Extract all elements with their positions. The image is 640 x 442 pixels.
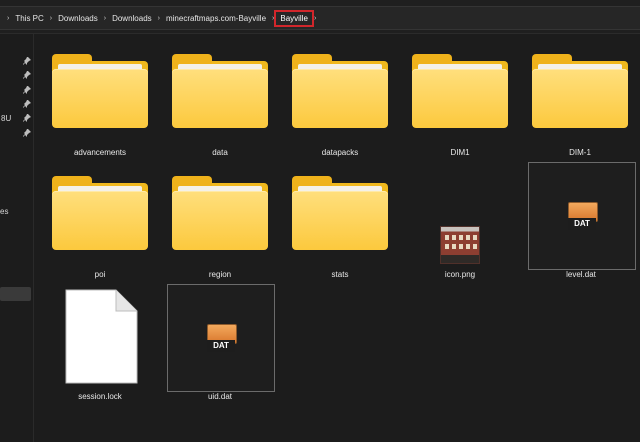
file-name: icon.png <box>444 270 476 279</box>
folder-icon <box>292 174 388 250</box>
file-name: stats <box>331 270 349 279</box>
file-item-folder[interactable]: stats <box>292 174 388 282</box>
file-name: uid.dat <box>207 392 233 401</box>
folder-icon <box>52 52 148 128</box>
file-item-dat[interactable]: DAT <box>167 284 275 392</box>
file-name: region <box>208 270 232 279</box>
file-name: datapacks <box>321 148 359 157</box>
dat-file-icon: DAT <box>568 202 598 232</box>
folder-icon <box>292 52 388 128</box>
folder-icon <box>52 174 148 250</box>
sidebar-item-selected[interactable] <box>0 287 31 301</box>
image-thumbnail <box>440 226 480 264</box>
breadcrumb: › This PC › Downloads › Downloads › mine… <box>4 7 319 29</box>
breadcrumb-downloads-sub[interactable]: Downloads <box>109 14 155 23</box>
blank-file-icon <box>65 289 138 384</box>
address-bar[interactable]: › This PC › Downloads › Downloads › mine… <box>0 6 640 30</box>
chevron-right-icon[interactable]: › <box>269 15 277 22</box>
dat-file-icon: DAT <box>207 324 237 354</box>
folder-icon <box>172 52 268 128</box>
pin-icon[interactable] <box>23 86 31 94</box>
sidebar-item-label[interactable]: 8U <box>1 114 11 123</box>
pane-divider[interactable] <box>33 34 34 442</box>
chevron-right-icon[interactable]: › <box>4 15 12 22</box>
chevron-right-icon[interactable]: › <box>155 15 163 22</box>
pin-icon[interactable] <box>23 129 31 137</box>
chevron-right-icon[interactable]: › <box>101 15 109 22</box>
folder-icon <box>172 174 268 250</box>
pin-icon[interactable] <box>23 71 31 79</box>
file-name: level.dat <box>566 270 596 279</box>
pin-icon[interactable] <box>23 57 31 65</box>
sidebar-item-label[interactable]: es <box>0 207 8 216</box>
folder-icon <box>412 52 508 128</box>
file-name: DIM-1 <box>569 148 591 157</box>
file-name: poi <box>94 270 106 279</box>
title-bar: › This PC › Downloads › Downloads › mine… <box>0 0 640 34</box>
breadcrumb-this-pc[interactable]: This PC <box>12 14 46 23</box>
file-item-folder[interactable]: DIM1 <box>412 52 508 160</box>
file-item-folder[interactable]: region <box>172 174 268 282</box>
pin-icon[interactable] <box>23 100 31 108</box>
file-item-folder[interactable]: DIM-1 <box>532 52 628 160</box>
file-item-folder[interactable]: data <box>172 52 268 160</box>
file-item-folder[interactable]: poi <box>52 174 148 282</box>
folder-icon <box>532 52 628 128</box>
breadcrumb-downloads[interactable]: Downloads <box>55 14 101 23</box>
file-item-dat[interactable]: DAT <box>528 162 636 270</box>
chevron-right-icon[interactable]: › <box>47 15 55 22</box>
file-name: data <box>212 148 228 157</box>
file-name: session.lock <box>78 392 122 401</box>
file-item-folder[interactable]: datapacks <box>292 52 388 160</box>
file-name: advancements <box>73 148 127 157</box>
breadcrumb-current-folder[interactable]: Bayville <box>274 9 314 27</box>
pin-icon[interactable] <box>23 114 31 122</box>
file-name: DIM1 <box>450 148 470 157</box>
file-item-folder[interactable]: advancements <box>52 52 148 160</box>
breadcrumb-minecraftmaps[interactable]: minecraftmaps.com-Bayville <box>163 14 269 23</box>
chevron-right-icon[interactable]: › <box>311 15 319 22</box>
